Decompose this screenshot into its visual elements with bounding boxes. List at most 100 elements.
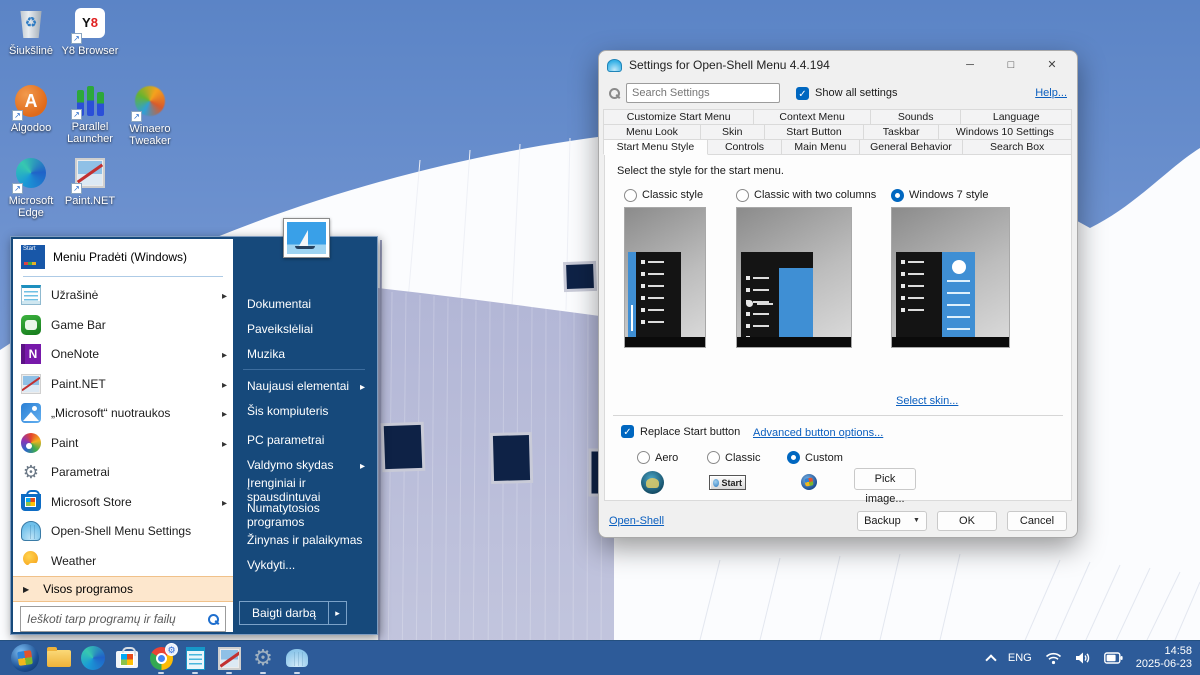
right-item-devices-printers[interactable]: Įrenginiai ir spausdintuvai: [233, 477, 375, 502]
tab-windows10-settings[interactable]: Windows 10 Settings: [938, 124, 1072, 140]
volume-icon[interactable]: [1075, 651, 1091, 665]
show-all-settings-label: Show all settings: [815, 87, 898, 99]
right-item-recent[interactable]: Naujausi elementai: [233, 373, 375, 398]
start-menu-left-column: Meniu Pradėti (Windows) Užrašinė Game Ba…: [13, 239, 233, 632]
pick-image-button[interactable]: Pick image...: [854, 468, 916, 490]
radio-classic-style[interactable]: Classic style: [624, 189, 703, 202]
start-menu-item-paintdotnet[interactable]: Paint.NET: [13, 369, 233, 399]
tab-main-menu[interactable]: Main Menu: [781, 139, 859, 155]
desktop-icon-parallel-launcher[interactable]: Parallel Launcher: [58, 84, 122, 145]
gear-icon: [21, 462, 41, 482]
search-icon[interactable]: [208, 614, 219, 625]
settings-search-input[interactable]: [632, 84, 774, 102]
right-item-control-panel[interactable]: Valdymo skydas: [233, 452, 375, 477]
cancel-button[interactable]: Cancel: [1007, 511, 1067, 531]
start-menu-search-input[interactable]: [27, 612, 202, 626]
replace-start-button-checkbox[interactable]: [621, 425, 634, 438]
open-shell-link[interactable]: Open-Shell: [609, 515, 664, 527]
taskbar: ENG 14:58 2025-06-23: [0, 640, 1200, 675]
taskbar-paintdotnet[interactable]: [212, 641, 246, 675]
desktop-icon-y8-browser[interactable]: Y8 Y8 Browser: [58, 6, 122, 57]
preview-windows7-style[interactable]: [891, 207, 1010, 348]
start-menu-item-onenote[interactable]: N OneNote: [13, 339, 233, 369]
close-button[interactable]: ✕: [1035, 54, 1069, 76]
desktop-icon-paint-net[interactable]: Paint.NET: [58, 156, 122, 207]
start-menu-header-item[interactable]: Meniu Pradėti (Windows): [13, 239, 233, 274]
battery-icon[interactable]: [1104, 652, 1123, 664]
start-menu-item-gamebar[interactable]: Game Bar: [13, 310, 233, 340]
shutdown-button[interactable]: Baigti darbą: [239, 601, 329, 625]
taskbar-start-button[interactable]: [8, 641, 42, 675]
select-skin-link[interactable]: Select skin...: [896, 395, 958, 407]
tab-general-behavior[interactable]: General Behavior: [859, 139, 964, 155]
taskbar-edge[interactable]: [76, 641, 110, 675]
taskbar-clock[interactable]: 14:58 2025-06-23: [1136, 645, 1192, 671]
preview-classic-style[interactable]: [624, 207, 706, 348]
tab-sounds[interactable]: Sounds: [870, 109, 962, 125]
user-avatar[interactable]: [283, 218, 330, 258]
store-icon: [21, 494, 41, 511]
taskbar-file-explorer[interactable]: [42, 641, 76, 675]
shutdown-options-arrow[interactable]: [329, 601, 347, 625]
item-label: Game Bar: [51, 318, 106, 332]
start-menu-item-weather[interactable]: Weather: [13, 546, 233, 576]
radio-classic-button[interactable]: Classic: [707, 451, 760, 464]
taskbar-store[interactable]: [110, 641, 144, 675]
desktop-icon-winaero-tweaker[interactable]: Winaero Tweaker: [118, 84, 182, 147]
start-menu-item-photos[interactable]: „Microsoft“ nuotraukos: [13, 399, 233, 429]
right-item-this-pc[interactable]: Šis kompiuteris: [233, 398, 375, 423]
tab-language[interactable]: Language: [960, 109, 1072, 125]
tab-menu-look[interactable]: Menu Look: [603, 124, 701, 140]
submenu-arrow-icon: [222, 436, 227, 450]
tab-start-button[interactable]: Start Button: [764, 124, 865, 140]
advanced-button-options-link[interactable]: Advanced button options...: [753, 427, 883, 439]
right-item-pictures[interactable]: Paveikslėliai: [233, 316, 375, 341]
title-bar[interactable]: Settings for Open-Shell Menu 4.4.194 ─ □…: [599, 51, 1077, 79]
tab-skin[interactable]: Skin: [700, 124, 765, 140]
show-all-settings-checkbox[interactable]: [796, 87, 809, 100]
desktop-icon-recycle-bin[interactable]: Šiukšlinė: [0, 6, 63, 57]
tab-search-box[interactable]: Search Box: [962, 139, 1072, 155]
tab-context-menu[interactable]: Context Menu: [753, 109, 871, 125]
radio-custom-button[interactable]: Custom: [787, 451, 843, 464]
radio-label: Aero: [655, 452, 678, 464]
start-menu-item-store[interactable]: Microsoft Store: [13, 487, 233, 517]
start-menu-item-paint[interactable]: Paint: [13, 428, 233, 458]
taskbar-settings[interactable]: [246, 641, 280, 675]
ok-button[interactable]: OK: [937, 511, 997, 531]
paintdotnet-icon: [218, 647, 241, 670]
tray-expand-chevron-icon[interactable]: [985, 654, 996, 665]
taskbar-chrome[interactable]: [144, 641, 178, 675]
taskbar-openshell[interactable]: [280, 641, 314, 675]
right-item-default-programs[interactable]: Numatytosios programos: [233, 502, 375, 527]
right-item-documents[interactable]: Dokumentai: [233, 291, 375, 316]
right-item-music[interactable]: Muzika: [233, 341, 375, 366]
shortcut-arrow-icon: [12, 110, 23, 121]
backup-button[interactable]: Backup: [857, 511, 927, 531]
custom-button-preview: [801, 474, 817, 490]
tab-controls[interactable]: Controls: [707, 139, 782, 155]
start-menu-item-notepad[interactable]: Užrašinė: [13, 280, 233, 310]
maximize-button[interactable]: □: [994, 54, 1028, 76]
tab-taskbar[interactable]: Taskbar: [863, 124, 938, 140]
right-item-run[interactable]: Vykdyti...: [233, 552, 375, 577]
preview-classic-two-columns[interactable]: [736, 207, 852, 348]
start-menu-item-openshell-settings[interactable]: Open-Shell Menu Settings: [13, 517, 233, 547]
radio-aero-button[interactable]: Aero: [637, 451, 678, 464]
radio-classic-two-columns[interactable]: Classic with two columns: [736, 189, 876, 202]
tab-start-menu-style[interactable]: Start Menu Style: [603, 139, 708, 155]
wifi-icon[interactable]: [1045, 651, 1062, 665]
start-menu-item-settings[interactable]: Parametrai: [13, 458, 233, 488]
right-item-pc-settings[interactable]: PC parametrai: [233, 427, 375, 452]
desktop-icon-microsoft-edge[interactable]: Microsoft Edge: [0, 156, 63, 219]
store-icon: [116, 651, 138, 668]
all-programs-item[interactable]: Visos programos: [13, 576, 233, 603]
right-item-help-support[interactable]: Žinynas ir palaikymas: [233, 527, 375, 552]
taskbar-notepad[interactable]: [178, 641, 212, 675]
language-indicator[interactable]: ENG: [1008, 652, 1032, 664]
radio-windows7-style[interactable]: Windows 7 style: [891, 189, 988, 202]
help-link[interactable]: Help...: [1035, 87, 1067, 99]
minimize-button[interactable]: ─: [953, 54, 987, 76]
tab-customize-start-menu[interactable]: Customize Start Menu: [603, 109, 754, 125]
desktop-icon-algodoo[interactable]: A Algodoo: [0, 84, 63, 134]
